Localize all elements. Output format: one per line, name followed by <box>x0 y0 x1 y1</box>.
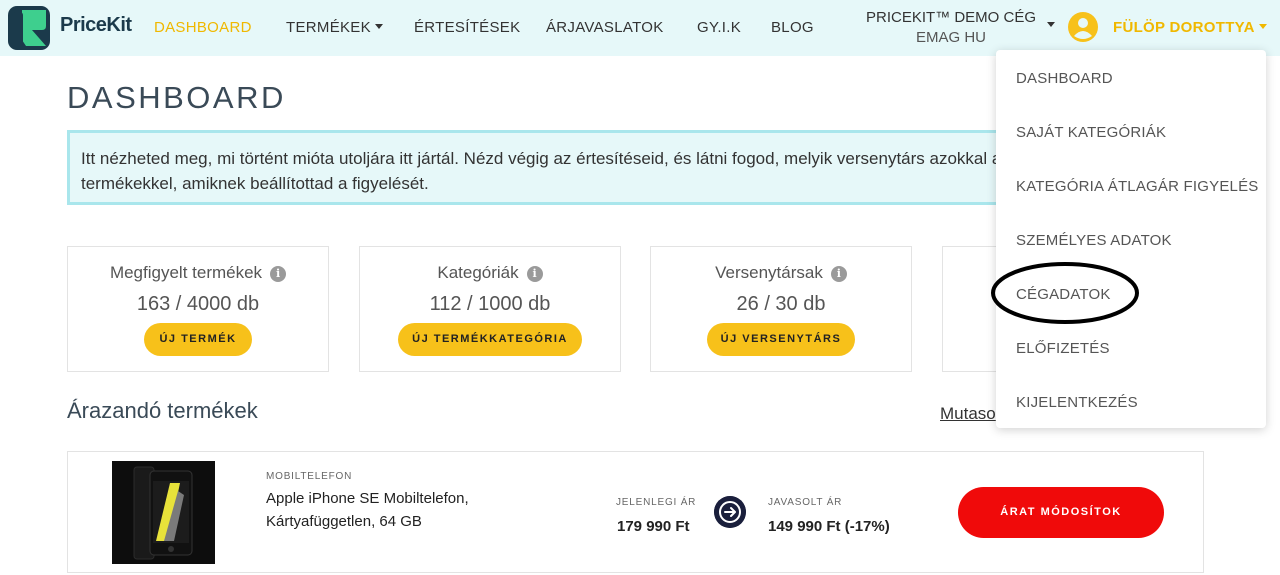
top-navbar: PriceKit DASHBOARD TERMÉKEK ÉRTESÍTÉSEK … <box>0 0 1280 56</box>
suggested-price-label: JAVASOLT ÁR <box>768 497 843 508</box>
nav-dashboard[interactable]: DASHBOARD <box>154 19 252 36</box>
stat-card-competitors: Versenytársak i 26 / 30 db ÚJ VERSENYTÁRS <box>650 246 912 372</box>
product-category: MOBILTELEFON <box>266 471 353 482</box>
suggested-price: 149 990 Ft (-17%) <box>768 518 890 535</box>
nav-arjavaslatok[interactable]: ÁRJAVASLATOK <box>546 19 664 36</box>
company-store: EMAG HU <box>915 29 986 46</box>
card-count: 112 / 1000 db <box>429 293 551 315</box>
user-menu-toggle[interactable]: FÜLÖP DOROTTYA <box>1113 19 1267 36</box>
stat-card-products: Megfigyelt termékek i 163 / 4000 db ÚJ TE… <box>67 246 329 372</box>
card-count: 163 / 4000 db <box>136 293 260 315</box>
dropdown-item-logout[interactable]: KIJELENTKEZÉS <box>1016 394 1138 411</box>
info-icon[interactable]: i <box>526 266 543 282</box>
product-image[interactable] <box>112 461 215 564</box>
dropdown-item-subscription[interactable]: ELŐFIZETÉS <box>1016 340 1110 357</box>
dropdown-item-dashboard[interactable]: DASHBOARD <box>1016 70 1113 87</box>
current-price: 179 990 Ft <box>617 518 690 535</box>
nav-gyik[interactable]: GY.I.K <box>697 19 741 36</box>
show-all-link[interactable]: Mutaso <box>940 404 996 424</box>
user-avatar-icon[interactable] <box>1068 12 1098 42</box>
caret-down-icon <box>1258 24 1267 30</box>
user-dropdown-menu: DASHBOARD SAJÁT KATEGÓRIÁK KATEGÓRIA ÁTL… <box>996 50 1266 428</box>
pricekit-logo-icon[interactable] <box>8 6 50 50</box>
new-category-button[interactable]: ÚJ TERMÉKKATEGÓRIA <box>398 323 582 356</box>
caret-down-icon <box>374 24 383 30</box>
stat-card-categories: Kategóriák i 112 / 1000 db ÚJ TERMÉKKATEG… <box>359 246 621 372</box>
card-title-row: Kategóriák i <box>360 263 620 283</box>
info-icon[interactable]: i <box>830 266 847 282</box>
info-icon[interactable]: i <box>270 266 287 282</box>
nav-termekek[interactable]: TERMÉKEK <box>286 19 383 36</box>
caret-down-icon[interactable] <box>1047 22 1055 27</box>
section-title: Árazandó termékek <box>67 398 258 423</box>
logo-text[interactable]: PriceKit <box>60 14 132 37</box>
dropdown-item-category-avg-price[interactable]: KATEGÓRIA ÁTLAGÁR FIGYELÉS <box>1016 178 1259 195</box>
card-title: Kategóriák <box>437 263 519 282</box>
product-row: MOBILTELEFON Apple iPhone SE Mobiltelefo… <box>67 451 1204 573</box>
page-title: DASHBOARD <box>67 80 286 115</box>
card-count: 26 / 30 db <box>736 293 826 315</box>
company-name: PRICEKIT™ DEMO CÉG <box>865 9 1037 26</box>
company-selector[interactable]: PRICEKIT™ DEMO CÉG EMAG HU <box>860 8 1042 48</box>
dropdown-item-personal-data[interactable]: SZEMÉLYES ADATOK <box>1016 232 1172 249</box>
current-price-label: JELENLEGI ÁR <box>616 497 697 508</box>
card-title-row: Versenytársak i <box>651 263 911 283</box>
card-title-row: Megfigyelt termékek i <box>68 263 328 283</box>
nav-termekek-label: TERMÉKEK <box>286 19 371 36</box>
change-price-button[interactable]: ÁRAT MÓDOSÍTOK <box>958 487 1164 538</box>
new-competitor-button[interactable]: ÚJ VERSENYTÁRS <box>707 323 855 356</box>
highlight-circle-annotation <box>991 262 1139 324</box>
new-product-button[interactable]: ÚJ TERMÉK <box>144 323 252 356</box>
nav-ertesitesek[interactable]: ÉRTESÍTÉSEK <box>414 19 520 36</box>
nav-blog[interactable]: BLOG <box>771 19 814 36</box>
product-name[interactable]: Apple iPhone SE Mobiltelefon, Kártyafügg… <box>266 487 516 533</box>
dropdown-item-own-categories[interactable]: SAJÁT KATEGÓRIÁK <box>1016 124 1166 141</box>
card-title: Versenytársak <box>715 263 823 282</box>
user-name: FÜLÖP DOROTTYA <box>1113 19 1255 36</box>
arrow-right-icon <box>714 496 746 528</box>
info-box: Itt nézheted meg, mi történt mióta utolj… <box>67 130 1027 205</box>
card-title: Megfigyelt termékek <box>109 263 263 282</box>
